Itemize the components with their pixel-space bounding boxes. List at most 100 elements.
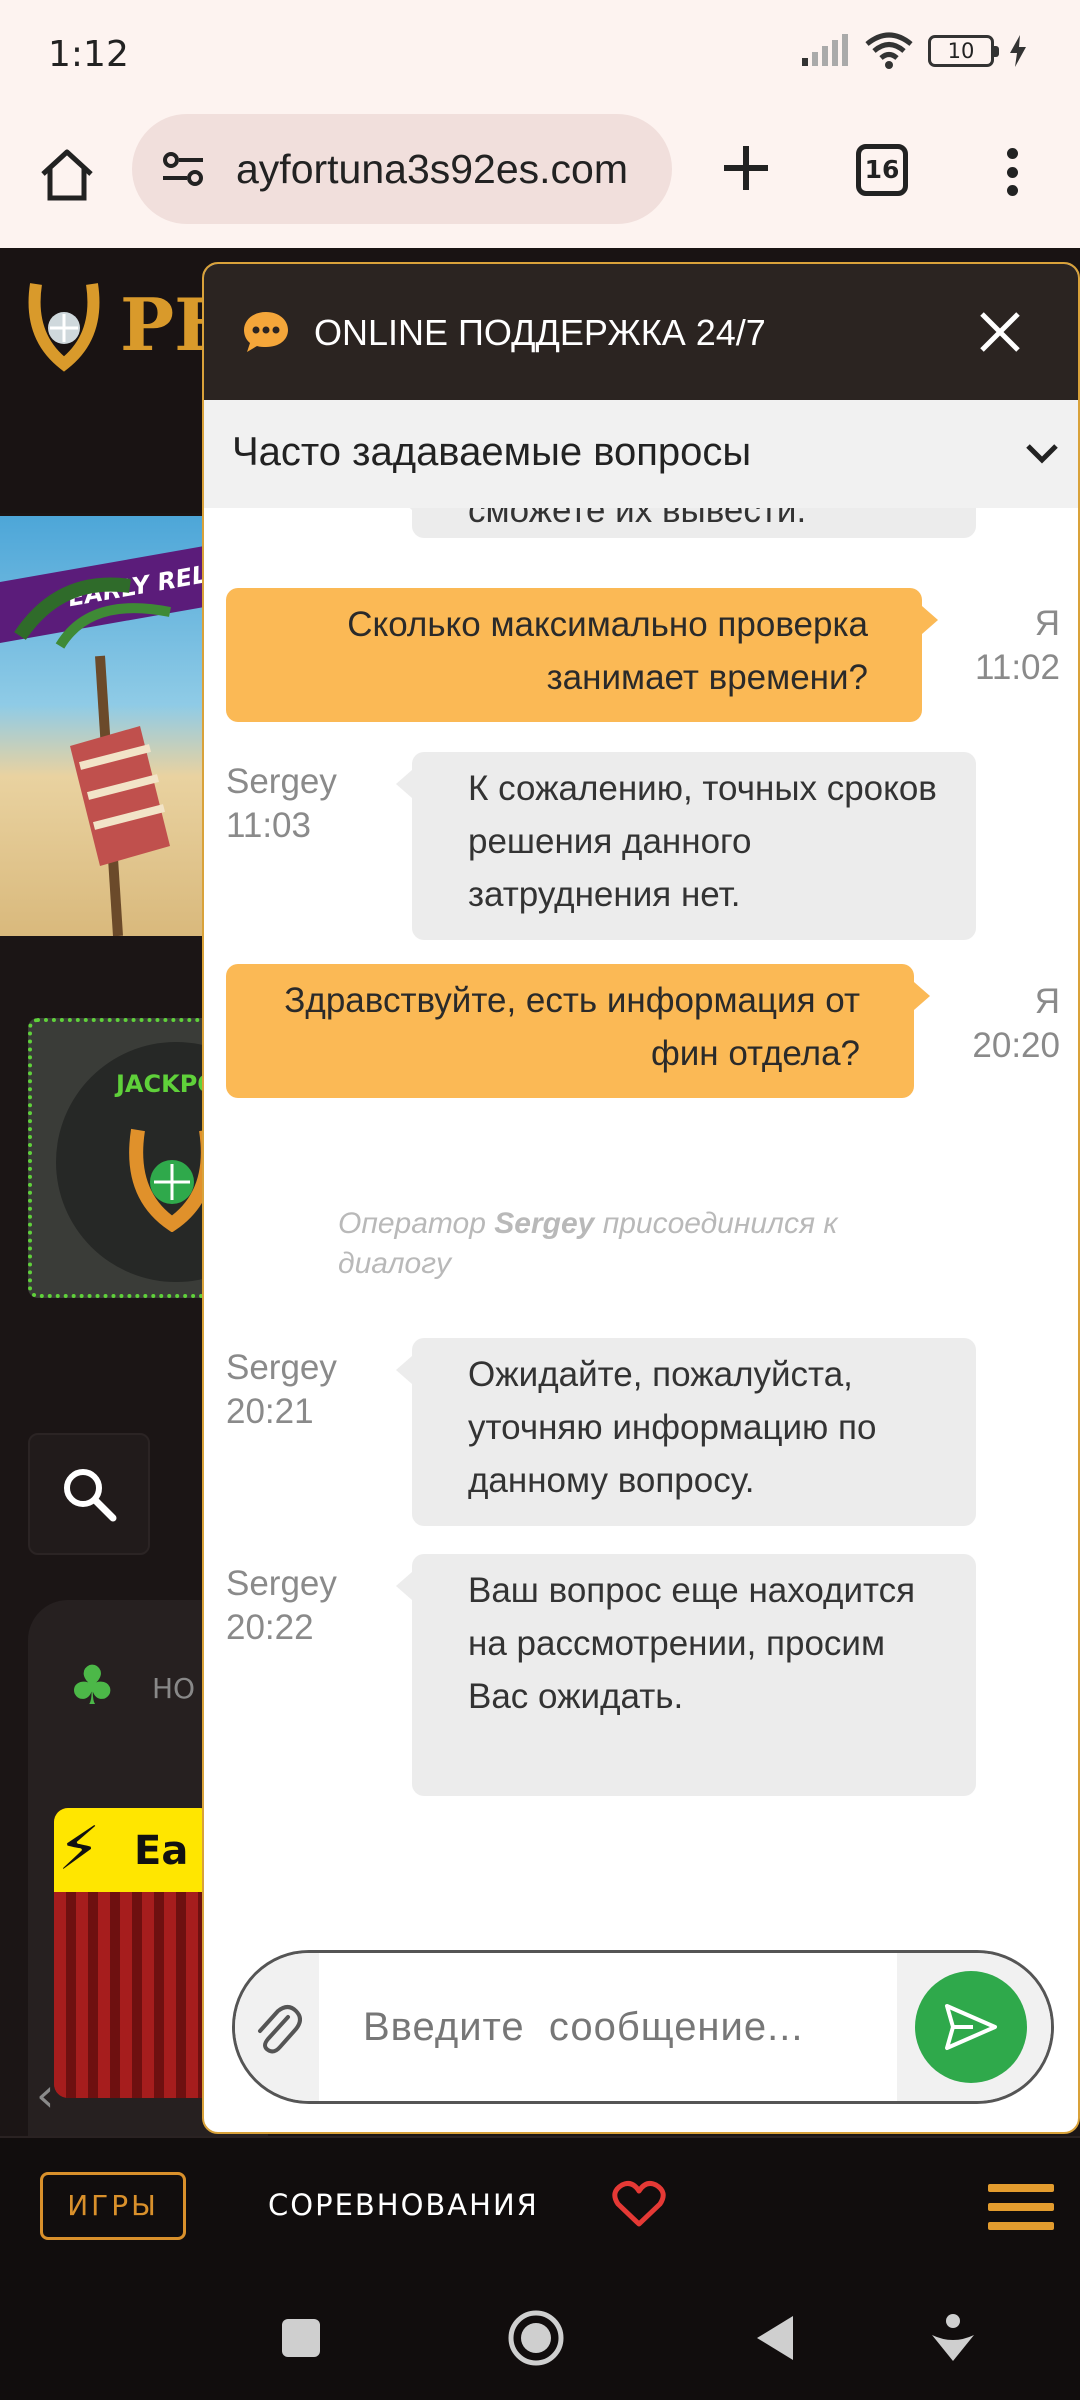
site-bottom-nav: ИГРЫ СОРЕВНОВАНИЯ <box>0 2136 1080 2276</box>
message-meta: Sergey 20:22 <box>226 1562 396 1650</box>
kebab-menu-icon <box>1006 148 1018 159</box>
chat-bubble-icon <box>244 312 288 352</box>
message-meta: Я 20:20 <box>944 980 1060 1068</box>
message-bubble-outgoing: Сколько максимально проверка занимает вр… <box>226 588 938 722</box>
send-area <box>897 1953 1051 2101</box>
message-input[interactable] <box>319 1953 897 2101</box>
heart-icon[interactable] <box>612 2180 666 2228</box>
message-list[interactable]: сможете их вывести. Сколько максимально … <box>204 508 1078 1918</box>
message-time: 20:21 <box>226 1392 314 1431</box>
status-bar: 1:12 10 <box>0 0 1080 112</box>
new-tab-button[interactable] <box>714 136 778 200</box>
chat-header: ONLINE ПОДДЕРЖКА 24/7 <box>204 264 1078 400</box>
system-notice: Оператор Sergey присоединился к диалогу <box>338 1204 898 1284</box>
status-icons: 10 <box>800 32 1028 70</box>
message-time: 20:22 <box>226 1608 314 1647</box>
games-section-heading: НО <box>152 1672 196 1705</box>
hamburger-line <box>988 2203 1054 2211</box>
chevron-down-icon[interactable] <box>1022 436 1062 472</box>
hamburger-line <box>988 2222 1054 2230</box>
home-circle-icon <box>508 2310 564 2366</box>
menu-dot <box>1006 185 1018 196</box>
message-time: 20:20 <box>972 1026 1060 1065</box>
message-meta: Sergey 11:03 <box>226 760 396 848</box>
battery-level: 10 <box>947 39 975 63</box>
address-bar[interactable]: ayfortuna3s92es.com <box>132 114 672 224</box>
url-text: ayfortuna3s92es.com <box>236 145 629 192</box>
close-icon[interactable] <box>974 306 1026 358</box>
system-notice-operator: Sergey <box>494 1207 595 1240</box>
message-bubble-incoming: Ваш вопрос еще находится на рассмотрении… <box>396 1554 976 1796</box>
message-author: Sergey <box>226 1348 337 1387</box>
system-notice-prefix: Оператор <box>338 1207 486 1240</box>
plus-icon <box>724 146 768 190</box>
message-text: К сожалению, точных сроков решения данно… <box>468 769 937 914</box>
home-nav-button[interactable] <box>506 2308 566 2368</box>
games-button[interactable]: ИГРЫ <box>40 2172 186 2240</box>
tab-switcher-button[interactable]: 16 <box>856 144 908 196</box>
signal-icon <box>802 34 848 66</box>
message-text: Здравствуйте, есть информация от фин отд… <box>284 981 860 1073</box>
clover-icon: ♣ <box>68 1654 117 1717</box>
message-author: Я <box>1034 604 1060 643</box>
jackpot-card[interactable]: JACKPO <box>28 1018 218 1298</box>
charging-icon <box>1010 35 1026 67</box>
message-composer <box>232 1950 1054 2104</box>
send-button[interactable] <box>915 1971 1027 2083</box>
recents-button[interactable] <box>276 2308 326 2368</box>
paperclip-icon <box>258 2005 302 2054</box>
attach-button[interactable] <box>235 1953 319 2101</box>
browser-menu-button[interactable] <box>992 142 1032 202</box>
beach-chair-illustration <box>14 577 171 936</box>
status-time: 1:12 <box>48 34 129 75</box>
recents-icon <box>282 2319 320 2357</box>
message-text: Ожидайте, пожалуйста, уточняю информацию… <box>468 1355 877 1500</box>
message-text: Сколько максимально проверка занимает вр… <box>347 605 868 697</box>
faq-title: Часто задаваемые вопросы <box>232 430 752 474</box>
accessibility-icon <box>932 2314 974 2361</box>
game-card-label: Ea <box>134 1828 189 1874</box>
site-menu-button[interactable] <box>988 2184 1054 2230</box>
faq-toggle-bar[interactable]: Часто задаваемые вопросы <box>204 400 1078 508</box>
lightning-icon: ⚡ <box>58 1814 101 1884</box>
message-meta: Я 11:02 <box>944 602 1060 690</box>
message-time: 11:02 <box>975 648 1060 687</box>
site-search-button[interactable] <box>28 1433 150 1555</box>
game-card-label-strip: ⚡ Ea <box>54 1808 214 1892</box>
android-nav-bar <box>0 2276 1080 2400</box>
horseshoe-logo-icon[interactable] <box>24 276 104 372</box>
game-card-image <box>54 1892 214 2098</box>
browser-toolbar: ayfortuna3s92es.com 16 <box>0 112 1080 248</box>
competitions-link[interactable]: СОРЕВНОВАНИЯ <box>268 2188 539 2222</box>
chat-title: ONLINE ПОДДЕРЖКА 24/7 <box>314 312 766 353</box>
site-settings-icon <box>163 152 203 186</box>
home-button[interactable] <box>32 140 102 210</box>
search-icon <box>64 1469 117 1522</box>
menu-dot <box>1006 166 1018 178</box>
tab-count: 16 <box>864 155 900 184</box>
message-text: сможете их вывести. <box>468 508 807 530</box>
message-bubble-incoming: Ожидайте, пожалуйста, уточняю информацию… <box>396 1338 976 1526</box>
message-author: Sergey <box>226 762 337 801</box>
support-chat-widget: ONLINE ПОДДЕРЖКА 24/7 Часто задаваемые в… <box>202 262 1080 2134</box>
back-icon <box>757 2316 793 2360</box>
hamburger-icon <box>988 2184 1054 2192</box>
message-meta: Sergey 20:21 <box>226 1346 396 1434</box>
back-button[interactable] <box>750 2308 800 2368</box>
battery-indicator: 10 <box>928 35 999 67</box>
game-card[interactable]: ⚡ Ea <box>54 1808 214 2098</box>
accessibility-button[interactable] <box>928 2308 978 2368</box>
message-bubble-outgoing: Здравствуйте, есть информация от фин отд… <box>226 964 930 1098</box>
home-icon <box>41 149 93 201</box>
wifi-icon <box>865 32 913 69</box>
promo-banner[interactable]: EARLY REL <box>0 516 210 936</box>
message-author: Я <box>1034 982 1060 1021</box>
message-bubble-incoming: К сожалению, точных сроков решения данно… <box>396 752 976 940</box>
send-icon <box>945 2004 997 2050</box>
message-text: Ваш вопрос еще находится на рассмотрении… <box>468 1571 916 1716</box>
site-settings-button[interactable] <box>154 151 212 187</box>
carousel-prev-button[interactable]: ‹ <box>36 2068 54 2122</box>
message-bubble-incoming: сможете их вывести. <box>396 508 976 538</box>
message-time: 11:03 <box>226 806 311 845</box>
message-author: Sergey <box>226 1564 337 1603</box>
